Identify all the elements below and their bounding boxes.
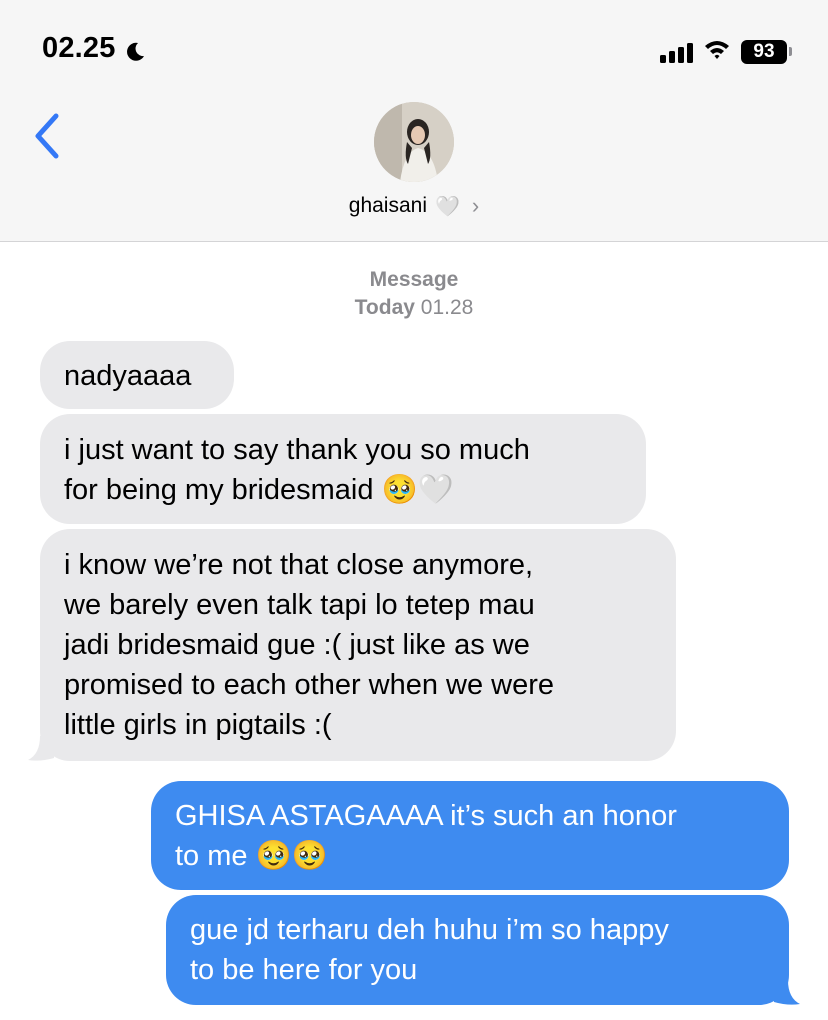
back-button[interactable] bbox=[30, 112, 64, 160]
outgoing-bubble-tail bbox=[774, 980, 800, 1005]
message-bubble-outgoing[interactable]: gue jd terharu deh huhu i’m so happy to … bbox=[166, 895, 789, 1005]
timestamp-day: Today bbox=[354, 296, 415, 319]
status-time-text: 02.25 bbox=[42, 32, 116, 64]
moon-icon bbox=[124, 38, 146, 61]
message-bubble-incoming[interactable]: nadyaaaa bbox=[40, 341, 234, 409]
message-bubble-incoming[interactable]: i know we’re not that close anymore, we … bbox=[40, 529, 676, 761]
battery-level: 93 bbox=[741, 39, 787, 64]
wifi-icon bbox=[703, 38, 731, 65]
contact-name: ghaisani bbox=[348, 194, 427, 217]
message-bubble-outgoing[interactable]: GHISA ASTAGAAAA it’s such an honor to me… bbox=[151, 781, 789, 890]
incoming-bubble-tail bbox=[28, 736, 54, 761]
cellular-signal-icon bbox=[660, 41, 693, 63]
back-chevron-icon bbox=[35, 113, 59, 159]
conversation-header: 02.25 93 ghaisani 🤍 › bbox=[0, 0, 828, 242]
battery-icon: 93 bbox=[741, 39, 792, 64]
contact-name-button[interactable]: ghaisani 🤍 › bbox=[0, 193, 828, 219]
message-bubble-incoming[interactable]: i just want to say thank you so much for… bbox=[40, 414, 646, 524]
white-heart-emoji: 🤍 bbox=[435, 195, 461, 218]
timestamp-time: 01.28 bbox=[420, 296, 474, 319]
status-indicators: 93 bbox=[660, 38, 792, 65]
status-time: 02.25 bbox=[42, 32, 146, 65]
contact-avatar[interactable] bbox=[374, 102, 454, 182]
service-label: Message bbox=[369, 268, 459, 291]
thread-timestamp: Today 01.28 bbox=[0, 296, 828, 320]
chevron-right-icon: › bbox=[471, 193, 480, 218]
